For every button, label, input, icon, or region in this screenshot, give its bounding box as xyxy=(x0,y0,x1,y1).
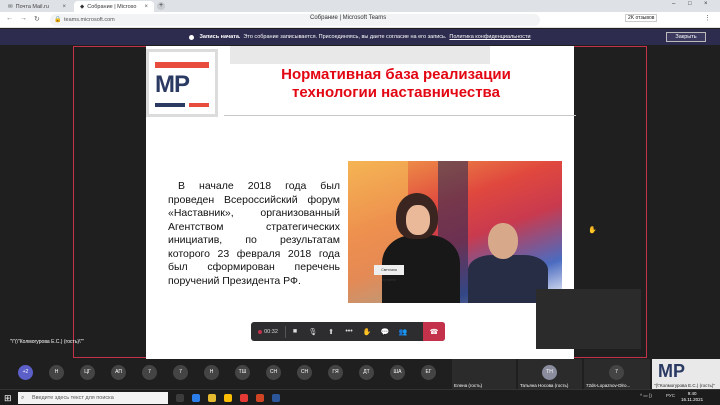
name-plate: Светлана Чупшева xyxy=(374,265,404,282)
chat-icon[interactable]: 💬 xyxy=(376,322,394,341)
participant-avatar[interactable]: Н xyxy=(204,365,219,380)
maximize-icon[interactable]: □ xyxy=(688,1,692,7)
system-clock[interactable]: 9:40 16.11.2021 xyxy=(681,391,703,403)
call-timer: 00:32 xyxy=(251,322,285,341)
participants-icon[interactable]: 👥 xyxy=(394,322,412,341)
video-tile[interactable]: 7 72ds-Lopaznov-Dlro... xyxy=(584,359,650,389)
search-icon: ⌕ xyxy=(21,395,25,401)
self-video-tile xyxy=(536,289,641,349)
taskbar-search-input[interactable]: ⌕ Введите здесь текст для поиска xyxy=(18,392,168,404)
edge-icon[interactable] xyxy=(192,394,200,402)
mr-logo: МР xyxy=(146,49,218,117)
forward-icon[interactable]: → xyxy=(20,15,27,22)
word-icon[interactable] xyxy=(272,394,280,402)
recording-banner: Запись начата. Это собрание записывается… xyxy=(0,29,720,45)
participant-avatar[interactable]: ША xyxy=(390,365,405,380)
close-tab-icon[interactable]: × xyxy=(62,4,66,10)
logo-text: МР xyxy=(155,71,190,98)
recording-message: Это собрание записывается. Присоединяясь… xyxy=(243,34,447,40)
tray-icons[interactable]: ^ ▭ )) xyxy=(640,393,652,399)
video-tile-label: Елена (гость) xyxy=(454,383,483,388)
reviews-badge[interactable]: 2K отзывов xyxy=(625,14,658,22)
hangup-icon[interactable]: ☎ xyxy=(423,322,445,341)
tab-teams[interactable]: ◆ Собрание | Microso × xyxy=(74,1,154,12)
clock-date: 16.11.2021 xyxy=(681,397,704,402)
shared-slide: МР Нормативная база реализации технологи… xyxy=(146,46,576,359)
video-tile[interactable]: ТН Татьяна Носова (гость) xyxy=(518,359,582,389)
video-tile-label: 72ds-Lopaznov-Dlro... xyxy=(586,383,631,388)
camera-icon[interactable]: ■ xyxy=(286,322,304,341)
raise-hand-icon[interactable]: ✋ xyxy=(358,322,376,341)
logo-bar xyxy=(155,62,209,68)
participant-avatar[interactable]: ЦГ xyxy=(80,365,95,380)
participant-avatar[interactable]: +2 xyxy=(18,365,33,380)
privacy-link[interactable]: Политика конфиденциальности xyxy=(449,34,530,40)
powerpoint-icon[interactable] xyxy=(256,394,264,402)
recording-label: Запись начата. xyxy=(199,34,241,40)
slide-body: В начале 2018 года был проведен Всеросси… xyxy=(168,180,340,287)
participant-avatar[interactable]: СН xyxy=(266,365,281,380)
presenter-name: "\"(\"Колмогурова Е.С.) (гость)\"" xyxy=(10,339,85,345)
language-indicator[interactable]: РУС xyxy=(666,393,675,398)
mouse-cursor-icon: ✋ xyxy=(588,227,597,234)
video-tile[interactable]: МР "(\"Колмогурова Е.С.) (гость)" xyxy=(652,359,720,389)
close-banner-button[interactable]: Закрыть xyxy=(666,32,706,42)
share-icon[interactable]: ⬆ xyxy=(322,322,340,341)
tab-mail[interactable]: ✉ Почта Mail.ru × xyxy=(2,1,72,12)
yandex-icon[interactable] xyxy=(240,394,248,402)
participant-avatar[interactable]: СН xyxy=(297,365,312,380)
recording-icon xyxy=(189,34,195,40)
logo-text: МР xyxy=(658,361,685,381)
participant-avatar[interactable]: ДТ xyxy=(359,365,374,380)
forum-photo: Светлана Чупшева xyxy=(348,161,562,303)
video-tile[interactable]: Елена (гость) xyxy=(452,359,516,389)
explorer-icon[interactable] xyxy=(208,394,216,402)
participant-avatar[interactable]: 7 xyxy=(173,365,188,380)
photo-person xyxy=(488,223,518,259)
mic-off-icon[interactable]: 🎙 xyxy=(304,322,322,341)
mail-icon: ✉ xyxy=(8,3,13,10)
lock-icon: 🔒 xyxy=(54,17,62,23)
logo-bar xyxy=(155,103,185,107)
video-tile-label: "(\"Колмогурова Е.С.) (гость)" xyxy=(654,383,715,388)
chrome-icon[interactable] xyxy=(224,394,232,402)
participant-avatar[interactable]: Н xyxy=(49,365,64,380)
back-icon[interactable]: ← xyxy=(6,15,13,22)
close-window-icon[interactable]: × xyxy=(704,1,708,7)
participant-avatar[interactable]: 7 xyxy=(142,365,157,380)
minimize-icon[interactable]: – xyxy=(672,1,675,7)
task-view-icon[interactable] xyxy=(176,394,184,402)
participant-avatar[interactable]: ТШ xyxy=(235,365,250,380)
participant-avatar[interactable]: ГЯ xyxy=(328,365,343,380)
participant-avatar: 7 xyxy=(609,365,624,380)
url-input[interactable]: 🔒 teams.microsoft.com xyxy=(50,14,540,26)
divider xyxy=(224,115,576,116)
logo-bar xyxy=(189,103,209,107)
participant-avatar: ТН xyxy=(542,365,557,380)
windows-taskbar: ⊞ ⌕ Введите здесь текст для поиска ^ ▭ )… xyxy=(0,389,720,405)
window-title: Собрание | Microsoft Teams xyxy=(310,15,387,21)
reload-icon[interactable]: ↻ xyxy=(34,15,40,23)
more-icon[interactable]: ••• xyxy=(340,322,358,341)
photo-person xyxy=(406,205,430,235)
participant-avatar[interactable]: ЕГ xyxy=(421,365,436,380)
meeting-controls: 00:32 ■ 🎙 ⬆ ••• ✋ 💬 👥 ☎ xyxy=(251,322,445,341)
video-tile-label: Татьяна Носова (гость) xyxy=(520,383,569,388)
participant-avatar[interactable]: АП xyxy=(111,365,126,380)
windows-start-icon[interactable]: ⊞ xyxy=(4,393,14,403)
new-tab-button[interactable]: + xyxy=(157,2,165,10)
teams-icon: ◆ xyxy=(80,3,85,10)
browser-tab-bar: ✉ Почта Mail.ru × ◆ Собрание | Microso ×… xyxy=(0,0,720,12)
recording-dot-icon xyxy=(258,329,263,334)
header-band xyxy=(230,46,490,64)
close-tab-icon[interactable]: × xyxy=(144,4,148,10)
slide-title: Нормативная база реализации технологии н… xyxy=(281,66,511,101)
browser-menu-icon[interactable]: ⋮ xyxy=(704,14,711,22)
